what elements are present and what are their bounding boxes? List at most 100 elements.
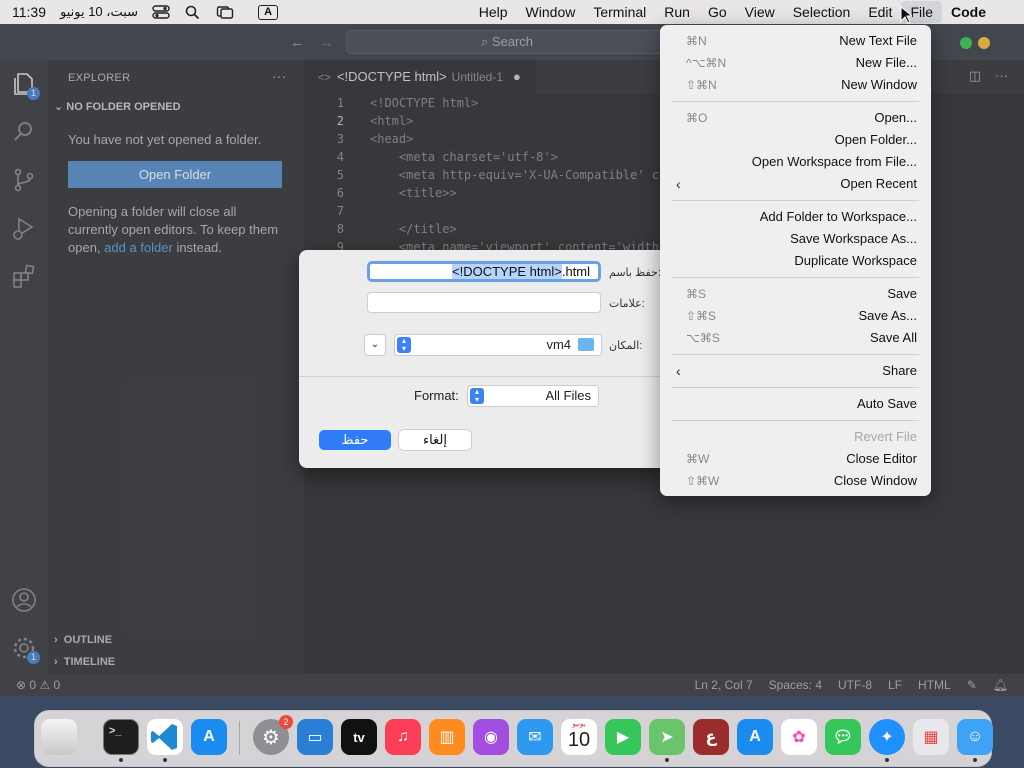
mouse-cursor-icon [900,6,912,24]
filename-selection: <!DOCTYPE html> [452,264,562,279]
menu-terminal[interactable]: Terminal [584,1,655,23]
menu-item-open-workspace[interactable]: Open Workspace from File... [660,151,931,173]
messages-icon[interactable]: 💬︎ [825,719,861,755]
menu-item-label: New Window [841,77,917,92]
app-store-icon[interactable]: A [737,719,773,755]
menu-item-label: Save [887,286,917,301]
mail-icon[interactable]: ✉ [517,719,553,755]
menu-window[interactable]: Window [517,1,585,23]
folder-icon [578,338,594,351]
music-icon[interactable]: ♫ [385,719,421,755]
finder-icon[interactable]: ☺ [957,719,993,755]
menu-item-save-workspace-as[interactable]: Save Workspace As... [660,228,931,250]
menu-item-save-as[interactable]: ⇧⌘S Save As... [660,305,931,327]
vscode-icon[interactable] [147,719,183,755]
calendar-day: 10 [567,729,591,751]
menu-item-new-file[interactable]: ^⌥⌘N New File... [660,52,931,74]
terminal-icon[interactable]: >_ [103,719,139,755]
menu-item-share[interactable]: ‹ Share [660,360,931,382]
menu-bar: 11:39 سبت، 10 يونيو A Help Window Termin… [0,0,1024,24]
photos-icon[interactable]: ✿ [781,719,817,755]
menu-item-add-folder[interactable]: Add Folder to Workspace... [660,206,931,228]
menu-item-label: Save Workspace As... [790,231,917,246]
launchpad-icon[interactable]: ▦ [913,719,949,755]
spotlight-icon[interactable] [184,5,202,20]
menubar-clock[interactable]: 11:39 [12,4,46,20]
menu-item-label: Revert File [854,429,917,444]
expand-browser-chevron-icon[interactable]: ⌄ [364,334,386,356]
calendar-month: يونيو [572,721,586,728]
keynote-icon[interactable]: ▭ [297,719,333,755]
menu-run[interactable]: Run [655,1,699,23]
facetime-icon[interactable]: ▶ [605,719,641,755]
menu-selection[interactable]: Selection [784,1,860,23]
menu-item-close-window[interactable]: ⇧⌘W Close Window [660,470,931,492]
shortcut: ⌘S [686,287,707,301]
menu-item-save-all[interactable]: ⌥⌘S Save All [660,327,931,349]
books-icon[interactable]: ▥ [429,719,465,755]
location-value: vm4 [546,337,571,352]
shortcut: ⌘O [686,111,708,125]
tags-input[interactable] [367,292,601,313]
menu-item-label: Duplicate Workspace [794,253,917,268]
menu-item-label: Save As... [858,308,917,323]
dictionary-icon[interactable]: ع [693,719,729,755]
control-center-icon[interactable] [152,5,170,19]
chevron-left-icon: ‹ [676,176,681,192]
shortcut: ⌥⌘S [686,331,720,345]
menu-item-revert-file: Revert File [660,426,931,448]
xcode-instruments-icon[interactable]: A [191,719,227,755]
save-button[interactable]: حفظ [319,430,391,450]
dock: >_ A ⚙ 2 ▭ tv ♫ ▥ ◉ ✉ يونيو 10 ▶ ➤ ع A ✿ … [34,710,993,767]
format-label: Format: [414,388,459,403]
running-indicator [163,758,167,762]
filename-input[interactable]: <!DOCTYPE html>.html [367,261,601,282]
calendar-icon[interactable]: يونيو 10 [561,719,597,755]
dock-separator [239,721,240,755]
maps-icon[interactable]: ➤ [649,719,685,755]
menu-view[interactable]: View [736,1,784,23]
menu-item-open-folder[interactable]: Open Folder... [660,129,931,151]
menu-separator [672,277,919,278]
menu-app-code[interactable]: Code [942,1,995,23]
shortcut: ⌘W [686,452,710,466]
menu-help[interactable]: Help [470,1,517,23]
cancel-button[interactable]: إلغاء [399,430,471,450]
podcasts-icon[interactable]: ◉ [473,719,509,755]
menu-item-save[interactable]: ⌘S Save [660,283,931,305]
menu-item-label: Add Folder to Workspace... [759,209,917,224]
system-settings-icon[interactable]: ⚙ 2 [253,715,293,755]
apple-menu-icon[interactable] [995,1,1012,23]
file-menu-dropdown: ⌘N New Text File ^⌥⌘N New File... ⇧⌘N New W… [660,25,931,496]
menubar-date[interactable]: سبت، 10 يونيو [60,4,138,20]
safari-icon[interactable]: ✦ [869,719,905,755]
menu-item-auto-save[interactable]: Auto Save [660,393,931,415]
input-source-indicator[interactable]: A [258,4,279,20]
menu-item-new-text-file[interactable]: ⌘N New Text File [660,30,931,52]
screen-mirroring-icon[interactable] [216,5,234,19]
save-as-label: حفظ باسم: [609,267,661,279]
location-popup[interactable]: ▴ ▾ vm4 [394,334,602,356]
menu-go[interactable]: Go [699,1,736,23]
tags-label: علامات: [609,298,645,310]
menu-item-open-recent[interactable]: ‹ Open Recent [660,173,931,195]
shortcut: ⇧⌘N [686,78,717,92]
menu-item-label: Share [882,363,917,378]
menu-item-new-window[interactable]: ⇧⌘N New Window [660,74,931,96]
menu-item-label: New File... [855,55,917,70]
menu-item-open[interactable]: ⌘O Open... [660,107,931,129]
menu-item-label: Close Editor [846,451,917,466]
format-popup[interactable]: ▴ ▾ All Files [467,385,599,407]
menu-item-close-editor[interactable]: ⌘W Close Editor [660,448,931,470]
trash-icon[interactable] [41,719,77,755]
menu-edit[interactable]: Edit [859,1,901,23]
menu-item-label: Save All [870,330,917,345]
dictionary-label: ع [705,729,717,746]
apple-tv-icon[interactable]: tv [341,719,377,755]
running-indicator [665,758,669,762]
tv-label: tv [353,729,365,745]
menu-item-duplicate-workspace[interactable]: Duplicate Workspace [660,250,931,272]
menu-item-label: Open Recent [840,176,917,191]
shortcut: ⌘N [686,34,707,48]
notification-badge: 2 [279,715,293,729]
